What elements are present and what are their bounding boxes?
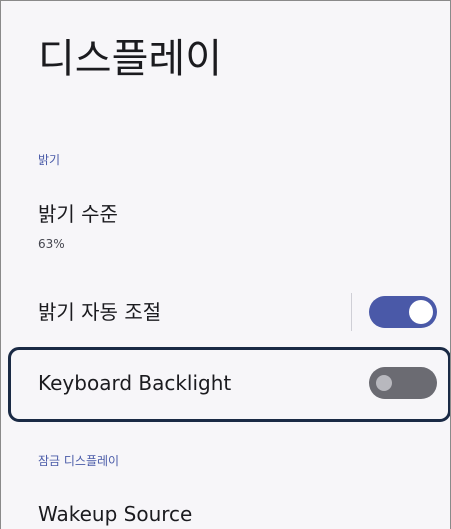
auto-brightness-toggle[interactable] (369, 296, 437, 328)
section-header-brightness: 밝기 (38, 153, 61, 167)
wakeup-source-title: Wakeup Source (38, 502, 193, 526)
keyboard-backlight-highlight (8, 347, 450, 422)
brightness-level-summary: 63% (38, 237, 65, 251)
auto-brightness-divider (351, 293, 352, 331)
display-settings-screen: 디스플레이 밝기 밝기 수준 63% 밝기 자동 조절 Keyboard Bac… (0, 0, 451, 529)
brightness-level-title: 밝기 수준 (38, 202, 118, 226)
auto-brightness-title: 밝기 자동 조절 (38, 300, 162, 324)
section-header-lock-display: 잠금 디스플레이 (38, 454, 120, 468)
page-title: 디스플레이 (38, 36, 222, 82)
toggle-thumb (409, 300, 433, 324)
